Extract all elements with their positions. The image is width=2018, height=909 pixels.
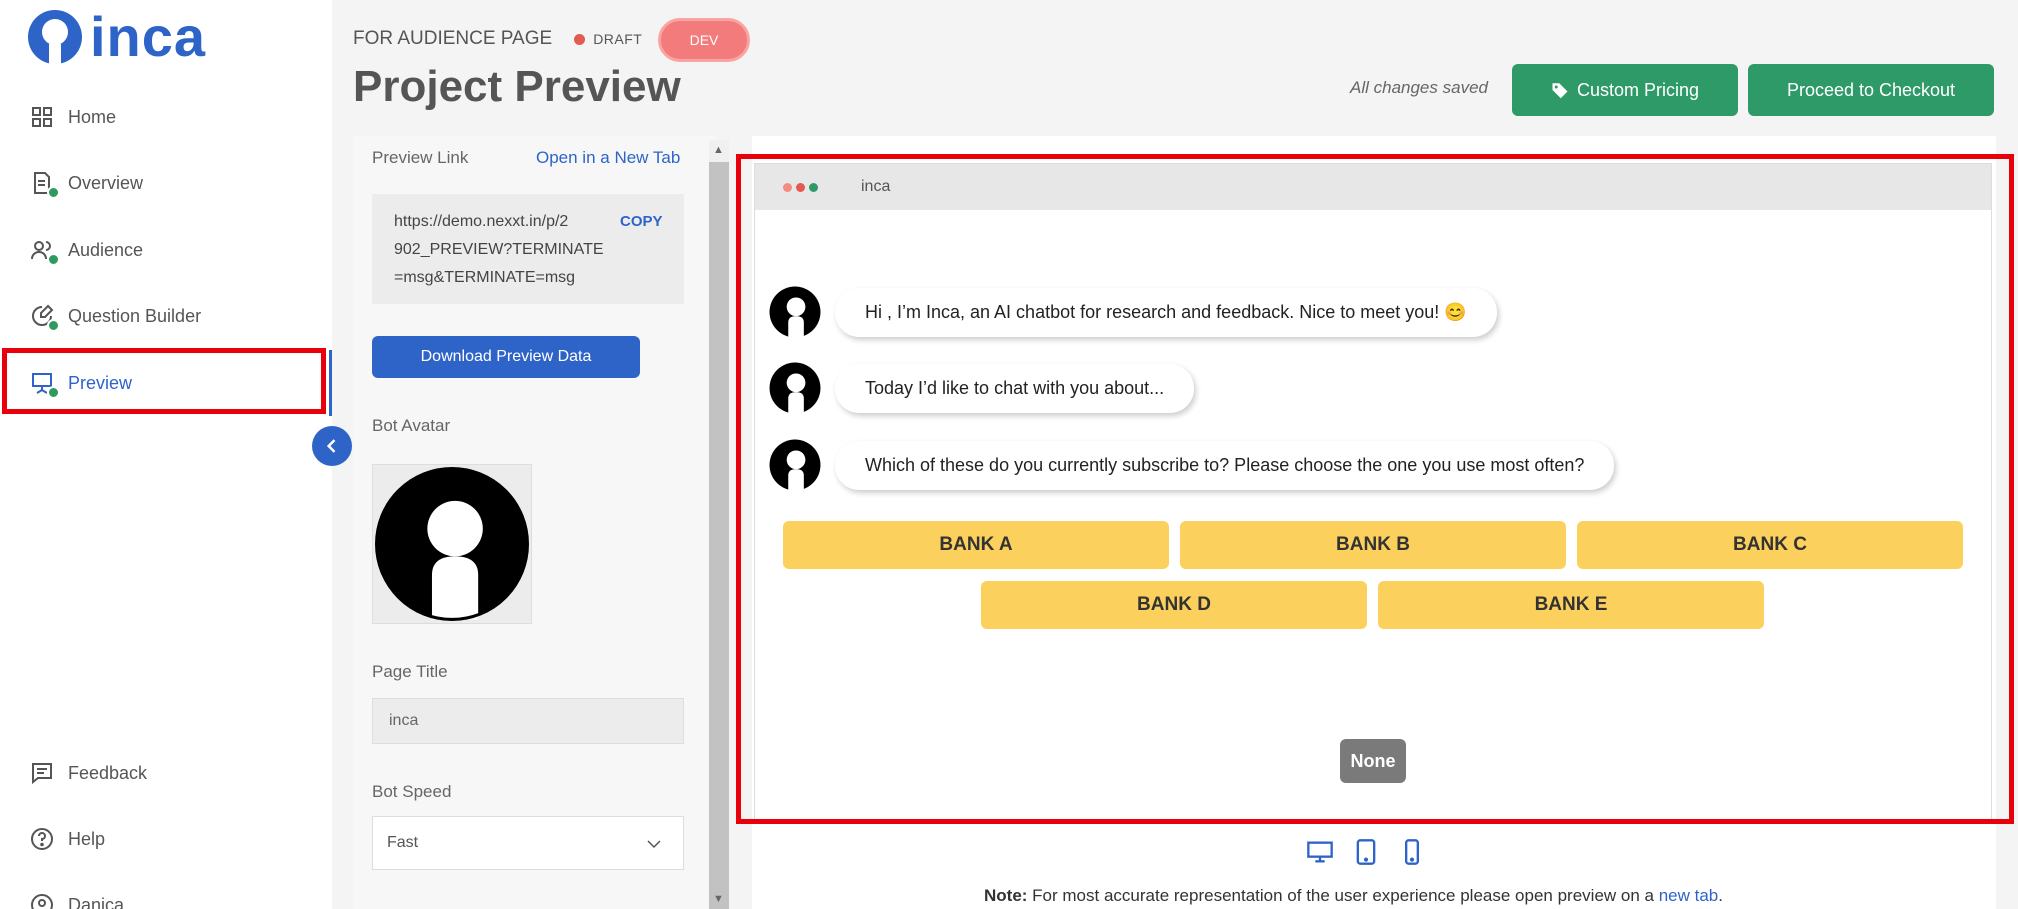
sidebar-item-help[interactable]: Help [0, 806, 332, 872]
scroll-up-icon[interactable]: ▲ [713, 144, 724, 156]
bot-speed-select[interactable]: Fast [372, 816, 684, 870]
page-title-input[interactable]: inca [372, 698, 684, 744]
chevron-left-icon [326, 439, 336, 453]
preview-link-label: Preview Link [372, 148, 469, 167]
highlight-box-preview [736, 154, 2014, 824]
sidebar-item-label: Home [68, 106, 117, 127]
question-builder-icon [30, 304, 60, 332]
scroll-down-icon[interactable]: ▼ [713, 893, 724, 905]
preview-url-line: =msg&TERMINATE=msg [394, 269, 576, 286]
custom-pricing-label: Custom Pricing [1576, 79, 1700, 100]
sidebar-item-audience[interactable]: Audience [0, 217, 332, 283]
page-title-label: Page Title [372, 662, 448, 681]
bot-speed-value: Fast [387, 834, 419, 851]
new-tab-link[interactable]: new tab [1659, 886, 1719, 905]
note-end: . [1718, 886, 1723, 905]
sidebar-item-label: Feedback [68, 762, 148, 783]
page-title: Project Preview [353, 62, 681, 111]
grid-icon [30, 105, 54, 129]
sidebar-item-label: Danica [68, 894, 125, 909]
users-icon [30, 238, 60, 266]
preview-note: Note: For most accurate representation o… [984, 886, 1723, 906]
tag-icon [1552, 83, 1568, 99]
check-badge-icon [47, 319, 60, 332]
device-switcher [1306, 838, 1426, 866]
preview-settings-panel: Preview Link Open in a New Tab https://d… [353, 136, 715, 909]
check-badge-icon [47, 253, 60, 266]
highlight-box-nav [2, 348, 326, 414]
note-text: For most accurate representation of the … [1027, 886, 1659, 905]
help-icon [30, 827, 54, 851]
sidebar-item-label: Help [68, 828, 106, 849]
bot-avatar-preview[interactable] [372, 464, 532, 624]
sidebar-item-user[interactable]: Danica [0, 872, 332, 909]
status-badge: DRAFT [593, 31, 643, 47]
sidebar-item-feedback[interactable]: Feedback [0, 740, 332, 806]
proceed-to-checkout-button[interactable]: Proceed to Checkout [1748, 64, 1994, 116]
open-new-tab-link[interactable]: Open in a New Tab [536, 148, 680, 168]
desktop-icon[interactable] [1306, 838, 1334, 866]
panel-scrollbar[interactable]: ▲ ▼ [709, 140, 729, 909]
chevron-down-icon [647, 840, 661, 849]
mobile-icon[interactable] [1398, 838, 1426, 866]
sidebar-item-overview[interactable]: Overview [0, 150, 332, 216]
sidebar-item-home[interactable]: Home [0, 84, 332, 150]
preview-url-box: https://demo.nexxt.in/p/2 902_PREVIEW?TE… [372, 194, 684, 304]
inca-logo-icon [28, 10, 82, 64]
logo-text: inca [90, 5, 207, 68]
user-icon [30, 893, 54, 909]
feedback-icon [30, 761, 54, 785]
preview-url-line: 902_PREVIEW?TERMINATE [394, 241, 604, 258]
document-icon [30, 171, 60, 199]
breadcrumb: FOR AUDIENCE PAGE DRAFT [353, 28, 642, 50]
save-status: All changes saved [1350, 78, 1488, 97]
bot-avatar-label: Bot Avatar [372, 416, 451, 435]
copy-button[interactable]: COPY [620, 208, 663, 236]
download-preview-data-button[interactable]: Download Preview Data [372, 336, 640, 378]
collapse-sidebar-button[interactable] [312, 426, 352, 466]
sidebar-item-label: Overview [68, 172, 144, 193]
sidebar-item-label: Question Builder [68, 305, 202, 326]
scrollbar-thumb[interactable] [709, 162, 729, 909]
bot-avatar-icon [375, 467, 529, 621]
breadcrumb-text: FOR AUDIENCE PAGE [353, 28, 553, 49]
logo[interactable]: inca [28, 5, 207, 68]
status-dot-icon [574, 33, 586, 45]
sidebar: inca Home Overview Audience Question Bui… [0, 0, 332, 909]
check-badge-icon [47, 186, 60, 199]
note-label: Note: [984, 886, 1028, 905]
env-badge[interactable]: DEV [658, 18, 750, 62]
active-indicator [329, 350, 332, 416]
bot-speed-label: Bot Speed [372, 782, 452, 801]
sidebar-item-label: Audience [68, 239, 144, 260]
custom-pricing-button[interactable]: Custom Pricing [1512, 64, 1738, 116]
sidebar-item-question-builder[interactable]: Question Builder [0, 283, 332, 349]
tablet-icon[interactable] [1352, 838, 1380, 866]
